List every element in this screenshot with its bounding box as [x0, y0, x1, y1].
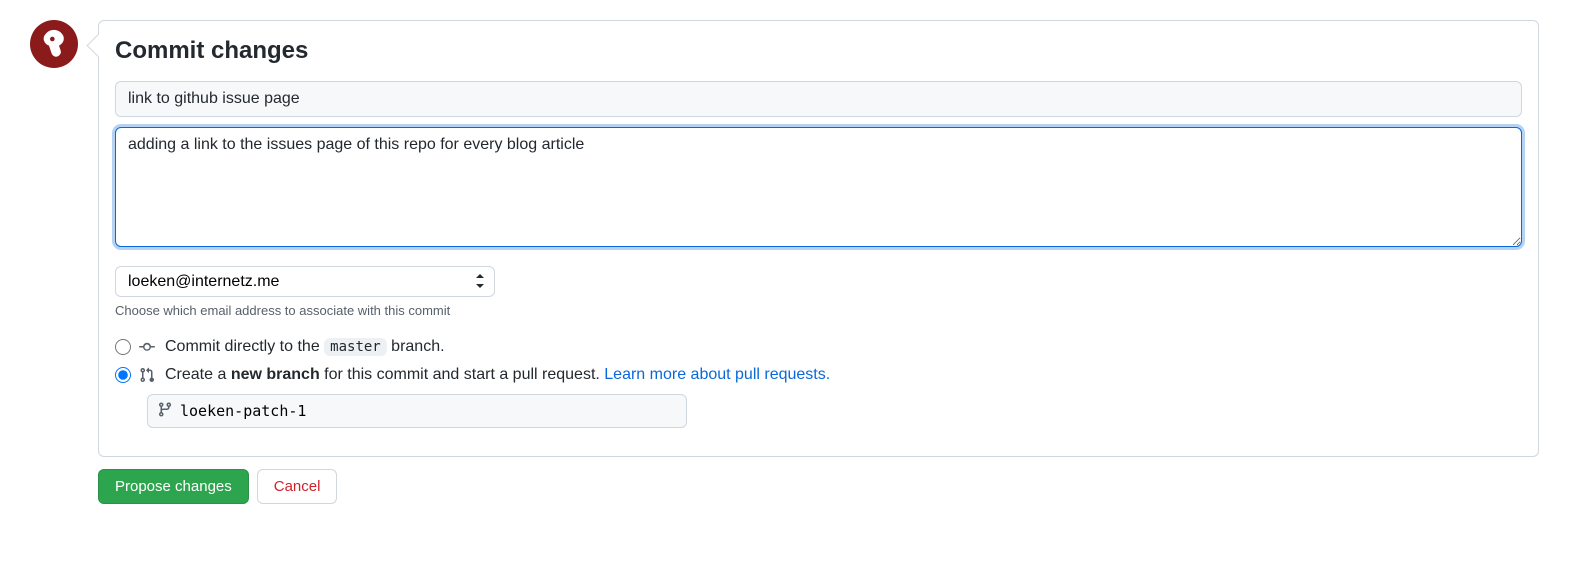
commit-form: Commit changes loeken@internetz.me Choos… [98, 20, 1539, 457]
git-commit-icon [139, 339, 157, 355]
radio-new-branch[interactable]: Create a new branch for this commit and … [115, 366, 1522, 384]
commit-description-textarea[interactable] [115, 127, 1522, 247]
commit-heading: Commit changes [115, 37, 1522, 65]
branch-name-input[interactable] [147, 394, 687, 428]
propose-changes-button[interactable]: Propose changes [98, 469, 249, 504]
avatar [30, 20, 78, 68]
git-pull-request-icon [139, 367, 157, 383]
email-hint: Choose which email address to associate … [115, 303, 1522, 318]
learn-more-link[interactable]: Learn more about pull requests. [604, 366, 830, 383]
radio-direct-input[interactable] [115, 339, 131, 355]
email-select[interactable]: loeken@internetz.me [115, 266, 495, 297]
radio-newbranch-label: Create a new branch for this commit and … [165, 366, 830, 384]
git-branch-icon [157, 402, 173, 421]
cancel-button[interactable]: Cancel [257, 469, 338, 504]
master-branch-badge: master [324, 338, 387, 356]
radio-newbranch-input[interactable] [115, 367, 131, 383]
commit-summary-input[interactable] [115, 81, 1522, 117]
radio-direct-label: Commit directly to the master branch. [165, 338, 445, 356]
radio-commit-direct[interactable]: Commit directly to the master branch. [115, 338, 1522, 356]
